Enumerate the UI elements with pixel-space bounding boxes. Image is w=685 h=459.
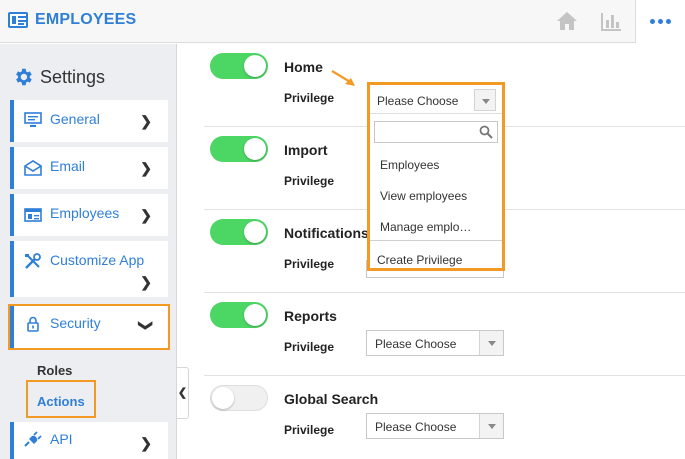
global-search-privilege-select[interactable]: Please Choose bbox=[366, 413, 504, 439]
notifications-toggle[interactable] bbox=[210, 219, 268, 245]
home-icon bbox=[557, 12, 577, 30]
chevron-down-icon: ❯ bbox=[138, 319, 155, 332]
sidebar-collapse-button[interactable]: ❮ bbox=[177, 367, 189, 419]
sidebar-item-email[interactable]: Email ❯ bbox=[10, 147, 168, 189]
select-value: Please Choose bbox=[375, 337, 457, 351]
import-toggle[interactable] bbox=[210, 136, 268, 162]
sidebar-item-api[interactable]: API ❯ bbox=[10, 422, 168, 459]
sidebar-item-label: Employees bbox=[50, 205, 120, 221]
privilege-label: Privilege bbox=[284, 174, 335, 188]
chart-icon bbox=[601, 13, 621, 31]
settings-heading: Settings bbox=[12, 66, 105, 88]
reports-toggle[interactable] bbox=[210, 302, 268, 328]
global-search-toggle[interactable] bbox=[210, 385, 268, 411]
tools-icon bbox=[25, 253, 41, 269]
sidebar-item-employees[interactable]: Employees ❯ bbox=[10, 194, 168, 236]
privilege-label: Privilege bbox=[284, 257, 335, 271]
gear-icon bbox=[16, 68, 32, 86]
action-row-reports: Reports Privilege Please Choose bbox=[204, 293, 685, 376]
chevron-right-icon: ❯ bbox=[140, 207, 152, 223]
search-icon bbox=[479, 125, 493, 139]
sidebar-item-security[interactable]: Security ❯ bbox=[8, 304, 170, 350]
envelope-icon bbox=[24, 160, 42, 176]
dropdown-option[interactable]: View employees bbox=[380, 189, 467, 203]
dropdown-option[interactable]: Employees bbox=[380, 158, 439, 172]
create-privilege-option[interactable]: Create Privilege bbox=[377, 253, 462, 267]
chevron-right-icon: ❯ bbox=[140, 274, 152, 290]
dropdown-option[interactable]: Manage emplo… bbox=[380, 220, 471, 234]
chevron-down-icon bbox=[474, 89, 496, 111]
sidebar-item-label: General bbox=[50, 111, 100, 127]
top-bar: EMPLOYEES bbox=[0, 0, 685, 43]
chevron-right-icon: ❯ bbox=[140, 113, 152, 129]
plug-icon bbox=[24, 431, 42, 447]
dropdown-search-input[interactable] bbox=[374, 121, 498, 143]
more-icon bbox=[650, 19, 671, 24]
reports-button[interactable] bbox=[589, 0, 633, 43]
sidebar-item-label: API bbox=[50, 431, 73, 447]
chevron-right-icon: ❯ bbox=[140, 435, 152, 451]
monitor-icon bbox=[24, 112, 42, 127]
privilege-label: Privilege bbox=[284, 91, 335, 105]
pointer-arrow-icon bbox=[331, 70, 355, 86]
chevron-right-icon: ❯ bbox=[140, 160, 152, 176]
sidebar-item-label: Security bbox=[50, 315, 101, 331]
home-toggle[interactable] bbox=[210, 53, 268, 79]
sidebar: Settings General ❯ Email ❯ Employees ❯ C… bbox=[0, 44, 177, 459]
action-title: Import bbox=[284, 142, 328, 158]
action-title: Home bbox=[284, 59, 323, 75]
home-privilege-dropdown[interactable]: Please Choose Employees View employees M… bbox=[367, 82, 505, 271]
home-button[interactable] bbox=[545, 0, 589, 43]
lock-icon bbox=[27, 316, 39, 332]
select-value: Please Choose bbox=[377, 94, 459, 108]
sidebar-subitem-actions[interactable]: Actions bbox=[26, 380, 96, 418]
action-row-global-search: Global Search Privilege Please Choose bbox=[204, 376, 685, 459]
sidebar-item-label: Email bbox=[50, 158, 86, 174]
employees-app-icon bbox=[8, 12, 28, 28]
dropdown-divider bbox=[370, 240, 502, 241]
select-value: Please Choose bbox=[375, 420, 457, 434]
sidebar-item-customize-app[interactable]: Customize App ❯ bbox=[10, 241, 168, 297]
chevron-down-icon bbox=[479, 331, 503, 355]
home-privilege-select[interactable]: Please Choose bbox=[370, 85, 502, 114]
sidebar-item-label: Customize App bbox=[50, 252, 145, 268]
app-title[interactable]: EMPLOYEES bbox=[35, 11, 136, 29]
settings-title: Settings bbox=[40, 66, 106, 87]
action-title: Reports bbox=[284, 308, 337, 324]
chevron-down-icon bbox=[479, 414, 503, 438]
reports-privilege-select[interactable]: Please Choose bbox=[366, 330, 504, 356]
action-title: Global Search bbox=[284, 391, 379, 407]
sidebar-subitem-label: Actions bbox=[37, 394, 85, 409]
more-button[interactable] bbox=[635, 0, 685, 43]
action-title: Notifications bbox=[284, 225, 369, 241]
privilege-label: Privilege bbox=[284, 340, 335, 354]
id-card-icon bbox=[24, 208, 42, 222]
sidebar-item-general[interactable]: General ❯ bbox=[10, 100, 168, 142]
privilege-label: Privilege bbox=[284, 423, 335, 437]
sidebar-subitem-roles[interactable]: Roles bbox=[37, 363, 72, 378]
